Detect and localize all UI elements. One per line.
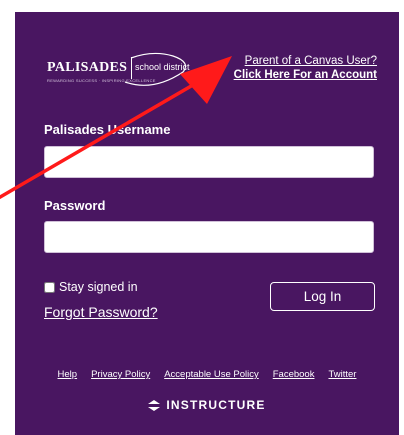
logo-divider xyxy=(131,57,132,79)
username-input[interactable] xyxy=(44,146,374,178)
parent-link-cta: Click Here For an Account xyxy=(233,69,377,81)
footer-link-acceptable-use[interactable]: Acceptable Use Policy xyxy=(164,369,259,380)
stay-signed-in-checkbox[interactable] xyxy=(44,281,55,293)
footer-links: Help Privacy Policy Acceptable Use Policy F… xyxy=(15,369,399,380)
password-label: Password xyxy=(44,198,106,213)
instructure-wordmark: INSTRUCTURE xyxy=(166,398,266,412)
login-panel: PALISADES school district REWARDING SUCC… xyxy=(15,12,399,435)
instructure-logo-icon xyxy=(148,399,161,411)
logo-district-text: school district xyxy=(135,62,190,72)
palisades-logo: PALISADES school district REWARDING SUCC… xyxy=(45,52,205,102)
logo-tagline: REWARDING SUCCESS · INSPIRING EXCELLENCE xyxy=(47,78,156,83)
footer-link-privacy[interactable]: Privacy Policy xyxy=(91,369,150,380)
stay-signed-in-label: Stay signed in xyxy=(59,280,138,294)
login-button[interactable]: Log In xyxy=(270,282,375,311)
footer-link-facebook[interactable]: Facebook xyxy=(273,369,315,380)
instructure-brand: INSTRUCTURE xyxy=(15,398,399,412)
parent-account-link[interactable]: Parent of a Canvas User? Click Here For … xyxy=(234,54,377,82)
logo-wordmark: PALISADES xyxy=(47,60,128,75)
stay-signed-in[interactable]: Stay signed in xyxy=(44,280,138,294)
password-input[interactable] xyxy=(44,221,374,253)
username-label: Palisades Username xyxy=(44,122,171,137)
footer-link-twitter[interactable]: Twitter xyxy=(328,369,356,380)
footer-link-help[interactable]: Help xyxy=(58,369,78,380)
parent-link-question: Parent of a Canvas User? xyxy=(244,55,377,67)
forgot-password-link[interactable]: Forgot Password? xyxy=(44,304,158,320)
